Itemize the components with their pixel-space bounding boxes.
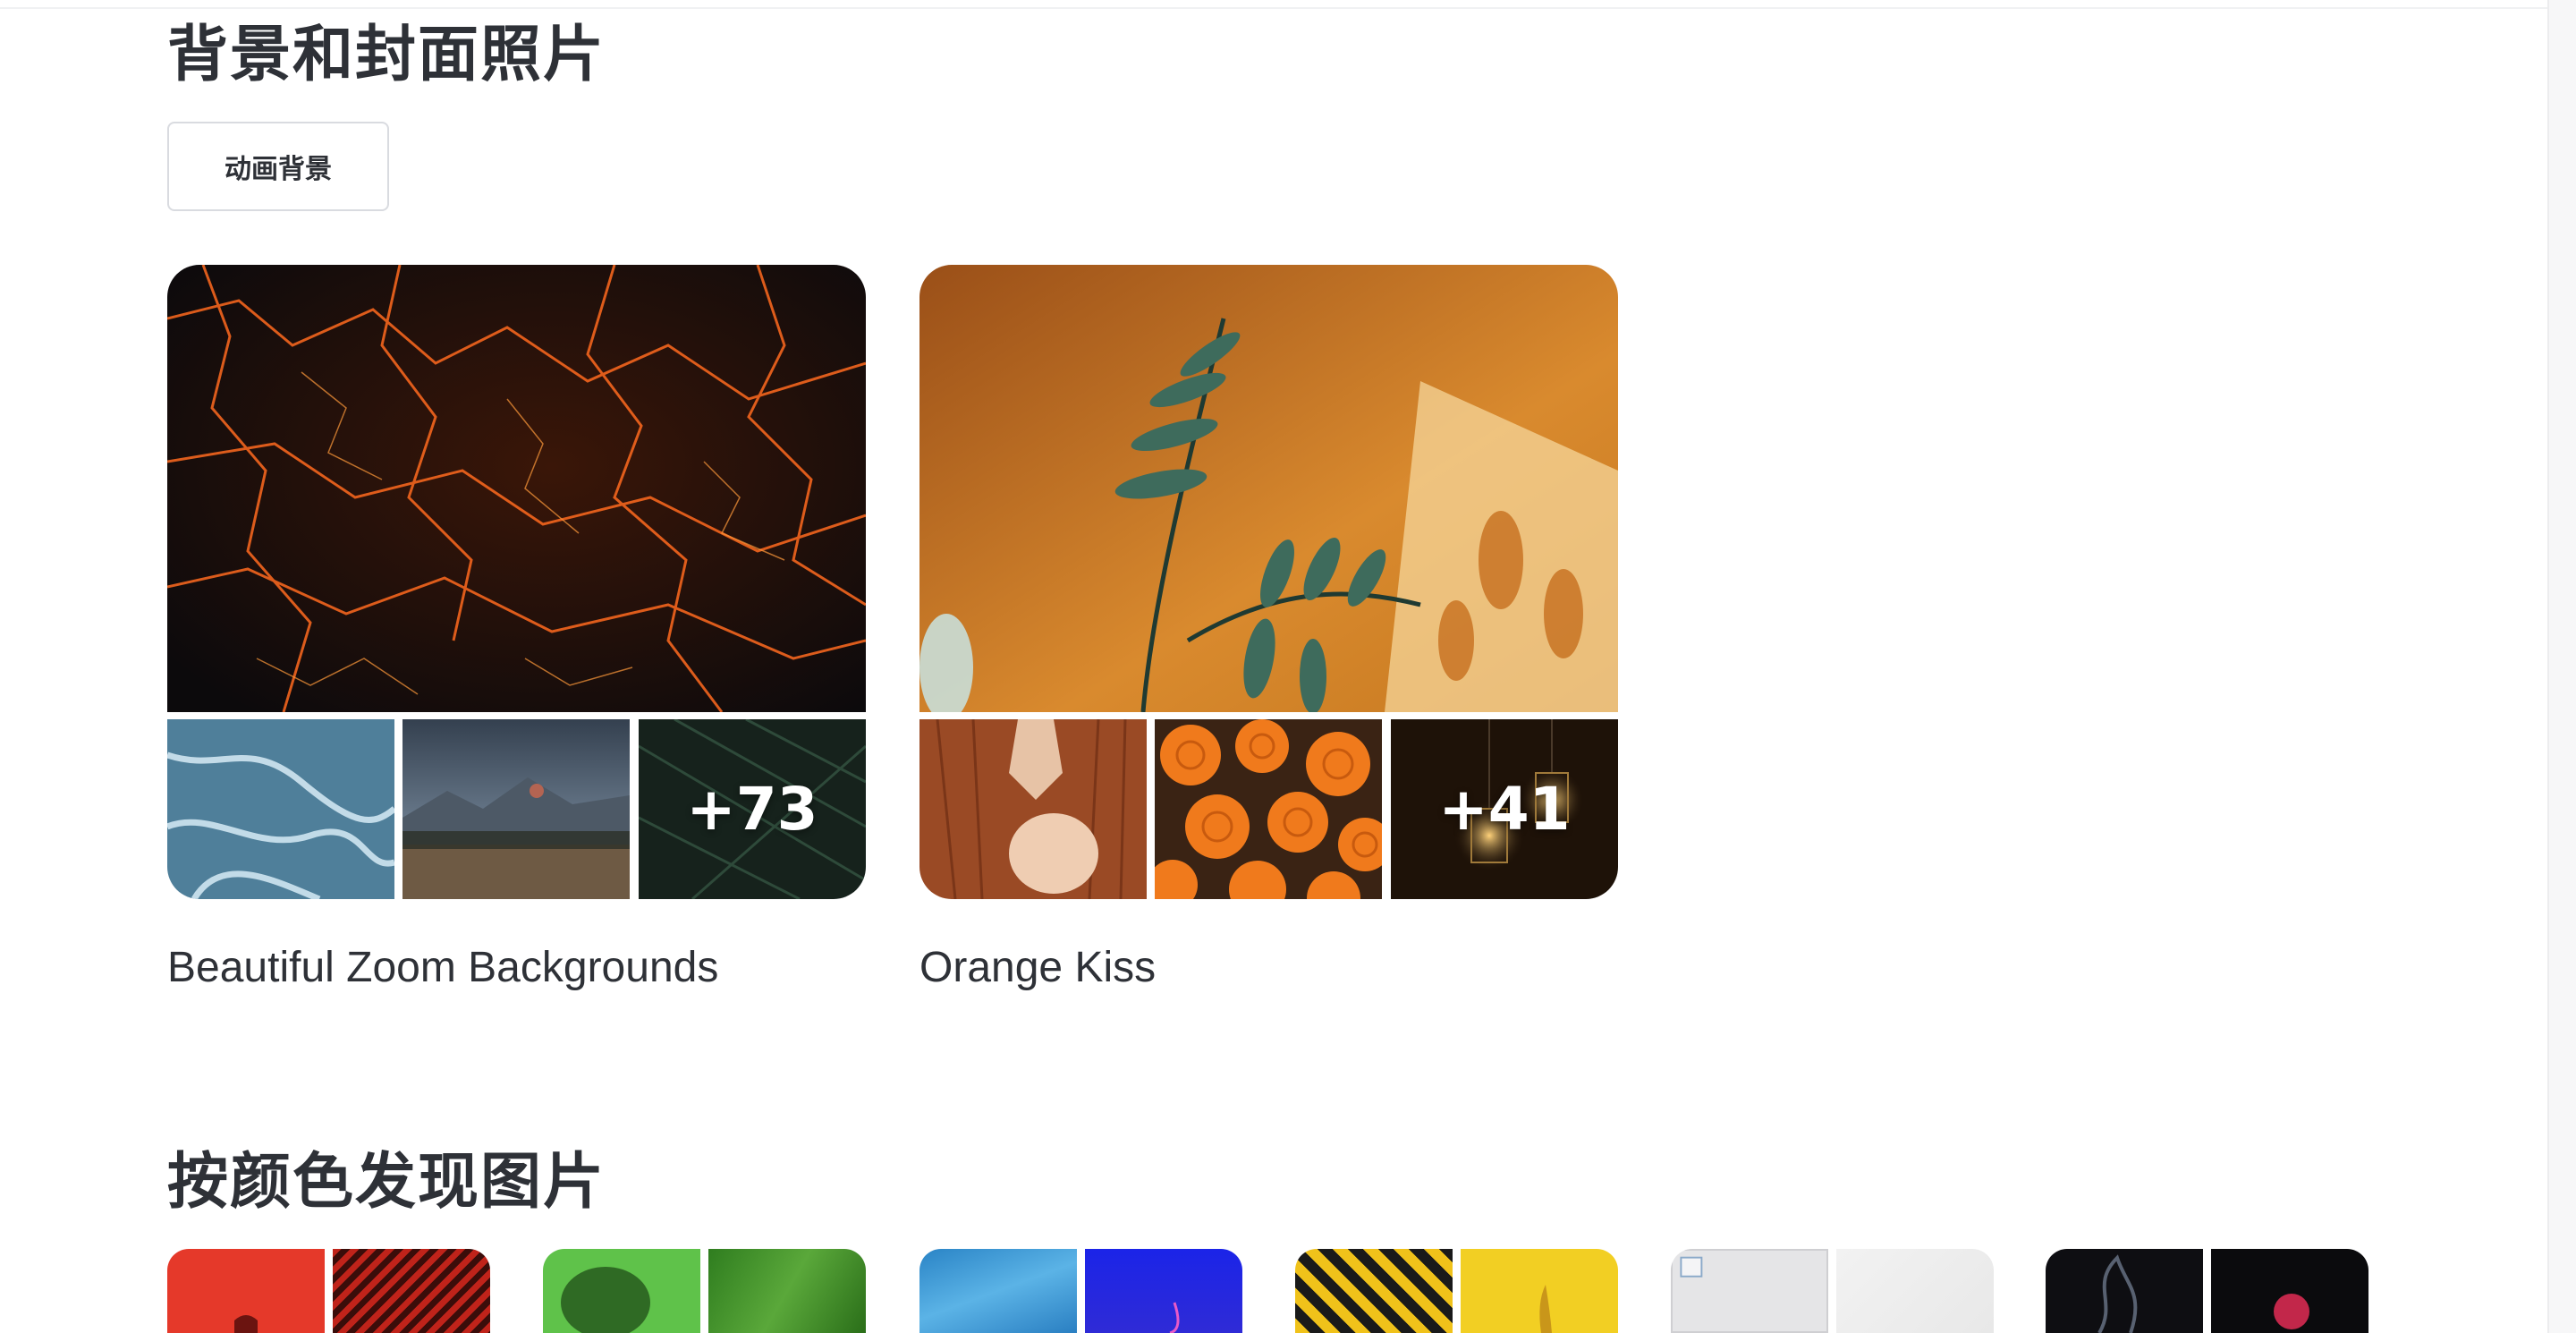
color-card-white[interactable] [1671, 1249, 1994, 1333]
color-card-blue[interactable] [919, 1249, 1242, 1333]
knit-sweater-thumbnail [919, 719, 1147, 899]
red-stripes-photo [333, 1249, 490, 1333]
black-smoke-photo [2046, 1249, 2203, 1333]
black-figure-photo [2211, 1249, 2368, 1333]
more-photos-thumbnail[interactable]: +41 [1391, 719, 1618, 899]
collection-title[interactable]: Orange Kiss [919, 943, 1156, 992]
animated-backgrounds-button[interactable]: 动画背景 [167, 122, 389, 211]
more-count-label: +73 [686, 775, 818, 844]
broken-image-placeholder [1671, 1249, 1828, 1333]
page-scrollbar[interactable] [2547, 0, 2576, 1333]
backgrounds-section-title: 背景和封面照片 [167, 20, 606, 90]
top-divider [0, 7, 2547, 9]
color-card-green[interactable] [543, 1249, 866, 1333]
yellow-chevron-photo [1295, 1249, 1453, 1333]
collection-title[interactable]: Beautiful Zoom Backgrounds [167, 943, 718, 992]
color-card-yellow[interactable] [1295, 1249, 1618, 1333]
green-photo [543, 1249, 700, 1333]
more-count-label: +41 [1438, 775, 1571, 844]
mountain-sunset-thumbnail [402, 719, 630, 899]
color-card-red[interactable] [167, 1249, 490, 1333]
blue-jellyfish-photo [1085, 1249, 1242, 1333]
more-photos-thumbnail[interactable]: +73 [639, 719, 866, 899]
lava-photo [167, 265, 866, 712]
color-card-black[interactable] [2046, 1249, 2368, 1333]
red-photo [167, 1249, 325, 1333]
leaves-on-orange-wall-photo [919, 265, 1618, 712]
white-wall-photo [1836, 1249, 1994, 1333]
collection-image-grid[interactable]: +41 [919, 265, 1618, 899]
color-section-title: 按颜色发现图片 [167, 1147, 606, 1218]
collection-card-orange-kiss[interactable]: +41 Orange Kiss [919, 265, 1618, 991]
green-leaf-photo [708, 1249, 866, 1333]
blue-water-photo [919, 1249, 1077, 1333]
collection-image-grid[interactable]: +73 [167, 265, 866, 899]
orange-roses-thumbnail [1155, 719, 1382, 899]
glacier-river-thumbnail [167, 719, 394, 899]
yellow-banana-photo [1461, 1249, 1618, 1333]
collection-card-zoom-backgrounds[interactable]: +73 Beautiful Zoom Backgrounds [167, 265, 866, 991]
